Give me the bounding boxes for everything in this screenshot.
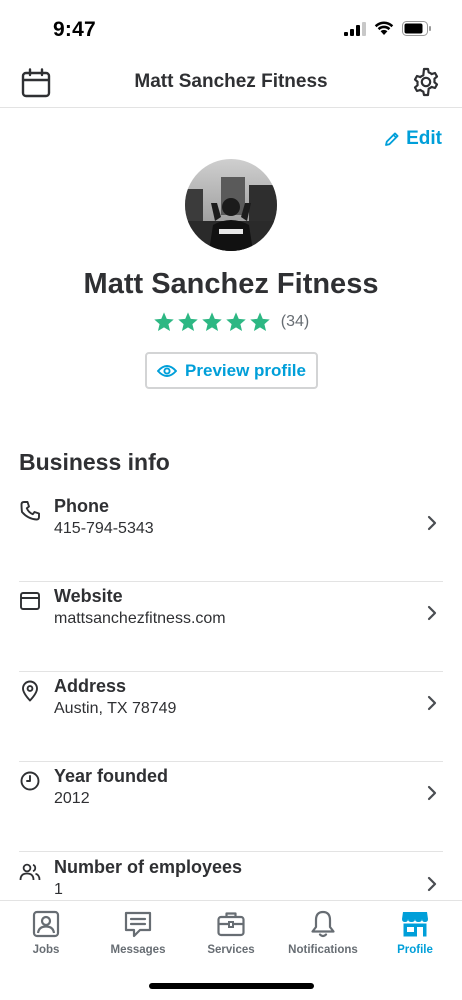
star-icon [226, 312, 246, 331]
phone-icon [20, 501, 40, 521]
info-value: 2012 [54, 790, 90, 807]
bell-icon [311, 910, 335, 938]
star-icon [154, 312, 174, 331]
rating[interactable]: (34) [0, 311, 462, 333]
chevron-right-icon [427, 515, 437, 531]
jobs-icon [32, 910, 60, 938]
location-pin-icon [22, 680, 38, 702]
nav-label: Messages [110, 944, 166, 956]
clock-icon [20, 771, 40, 791]
info-label: Website [54, 586, 123, 606]
status-bar: 9:47 [0, 0, 462, 58]
info-row-year-founded[interactable]: Year founded 2012 [19, 762, 443, 852]
page-title: Matt Sanchez Fitness [134, 71, 328, 92]
info-value: 415-794-5343 [54, 520, 154, 537]
messages-icon [124, 911, 152, 938]
eye-icon [157, 364, 178, 377]
wifi-icon [374, 21, 394, 35]
chevron-right-icon [427, 876, 437, 892]
nav-label: Profile [397, 944, 433, 956]
nav-item-profile[interactable]: Profile [369, 909, 461, 956]
nav-label: Jobs [32, 944, 60, 956]
chevron-right-icon [427, 695, 437, 711]
avatar[interactable] [185, 159, 277, 251]
chevron-right-icon [427, 785, 437, 801]
info-value: Austin, TX 78749 [54, 700, 177, 717]
chevron-right-icon [427, 605, 437, 621]
edit-button[interactable]: Edit [384, 128, 442, 150]
info-label: Phone [54, 496, 110, 516]
storefront-icon [402, 912, 428, 937]
business-name: Matt Sanchez Fitness [83, 268, 379, 300]
info-value: 1 [54, 881, 63, 898]
nav-item-messages[interactable]: Messages [92, 909, 184, 956]
pencil-icon [385, 132, 399, 146]
cellular-signal-icon [344, 21, 366, 36]
briefcase-icon [217, 912, 245, 937]
status-time: 9:47 [53, 18, 96, 41]
info-row-address[interactable]: Address Austin, TX 78749 [19, 672, 443, 762]
info-value: mattsanchezfitness.com [54, 610, 226, 627]
nav-item-services[interactable]: Services [185, 909, 277, 956]
nav-item-jobs[interactable]: Jobs [0, 909, 92, 956]
info-label: Number of employees [54, 857, 243, 877]
business-info-title: Business info [19, 449, 170, 475]
preview-profile-button[interactable]: Preview profile [145, 352, 318, 389]
star-icon [178, 312, 198, 331]
info-row-phone[interactable]: Phone 415-794-5343 [19, 492, 443, 582]
info-label: Year founded [54, 766, 169, 786]
status-icons [344, 21, 432, 36]
battery-icon [402, 21, 431, 36]
preview-profile-label: Preview profile [185, 360, 306, 380]
info-row-website[interactable]: Website mattsanchezfitness.com [19, 582, 443, 672]
star-icon [202, 312, 222, 331]
app-header: Matt Sanchez Fitness [0, 58, 462, 108]
home-indicator [149, 983, 314, 989]
nav-item-notifications[interactable]: Notifications [277, 909, 369, 956]
gear-icon[interactable] [410, 66, 442, 98]
nav-label: Notifications [288, 944, 358, 956]
review-count: (34) [280, 313, 310, 330]
people-icon [19, 863, 41, 881]
info-label: Address [54, 676, 127, 696]
browser-window-icon [20, 592, 40, 610]
star-icon [250, 312, 270, 331]
avatar-photo [185, 159, 277, 251]
nav-label: Services [207, 944, 255, 956]
edit-label: Edit [406, 128, 442, 149]
